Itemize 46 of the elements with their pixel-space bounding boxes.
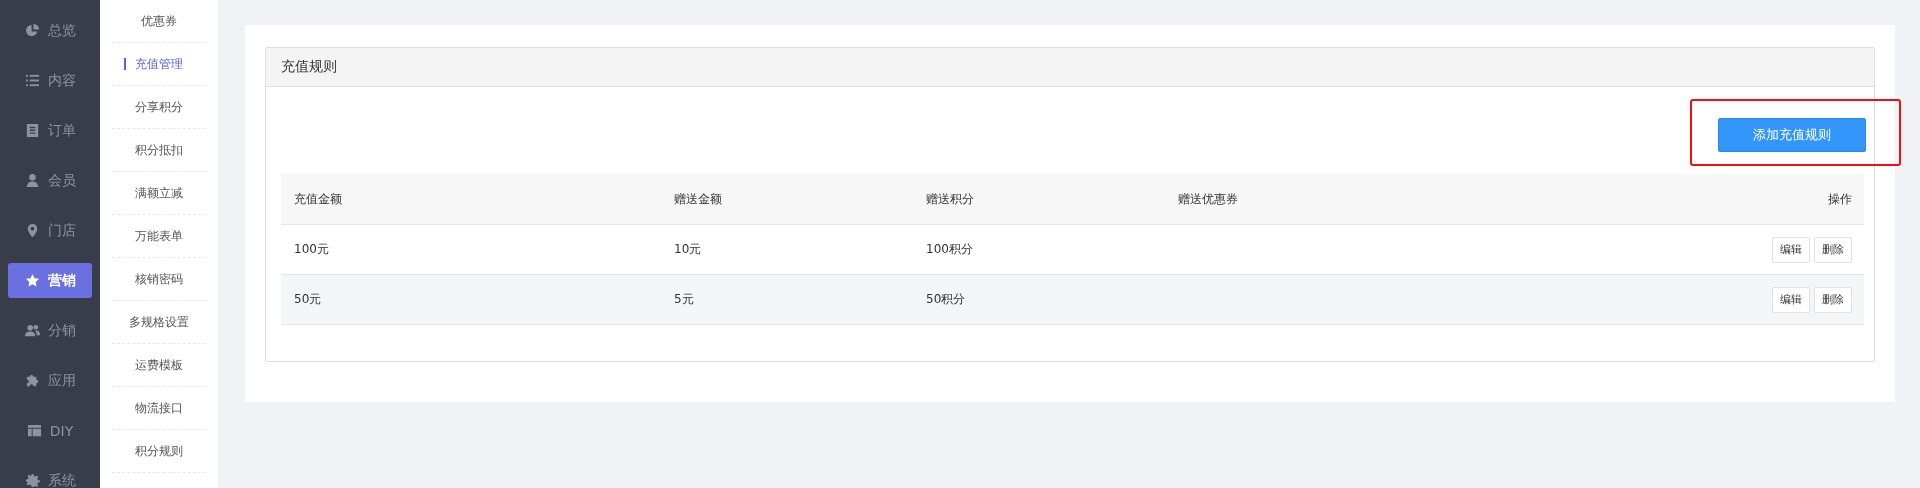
table-cell: 10元: [674, 242, 702, 256]
star-icon: [24, 273, 40, 288]
edit-button[interactable]: 编辑: [1772, 286, 1810, 313]
submenu-item[interactable]: 满额立减: [112, 172, 206, 215]
column-header: 赠送金额: [661, 174, 913, 225]
document-icon: [24, 123, 40, 138]
edit-button[interactable]: 编辑: [1772, 236, 1810, 263]
nav-item[interactable]: 会员: [8, 163, 92, 198]
nav-item[interactable]: 总览: [8, 13, 92, 48]
nav-item[interactable]: 系统: [8, 463, 92, 488]
submenu-item[interactable]: 分享积分: [112, 86, 206, 129]
submenu-item[interactable]: 多规格设置: [112, 301, 206, 344]
nav-item[interactable]: DIY: [8, 413, 92, 448]
column-header: 赠送积分: [913, 174, 1165, 225]
submenu-item[interactable]: 物流接口: [112, 387, 206, 430]
nav-item[interactable]: 订单: [8, 113, 92, 148]
column-header: 操作: [1447, 174, 1864, 225]
table-cell: 100积分: [926, 242, 973, 256]
column-header: 充值金额: [281, 174, 661, 225]
submenu-item[interactable]: 积分抵扣: [112, 129, 206, 172]
delete-button[interactable]: 删除: [1814, 236, 1852, 263]
table-cell: 50积分: [926, 292, 966, 306]
nav-item[interactable]: 内容: [8, 63, 92, 98]
submenu-item[interactable]: 万能表单: [112, 215, 206, 258]
pie-chart-icon: [24, 23, 40, 38]
submenu-item[interactable]: 充值管理: [112, 43, 206, 86]
puzzle-icon: [24, 373, 40, 388]
settings-icon: [24, 473, 40, 488]
user-icon: [24, 173, 40, 188]
nav-item[interactable]: 营销: [8, 263, 92, 298]
submenu-item[interactable]: 积分规则: [112, 430, 206, 473]
delete-button[interactable]: 删除: [1814, 286, 1852, 313]
list-icon: [24, 73, 40, 88]
table-cell: 100元: [294, 242, 329, 256]
submenu-item[interactable]: 运费模板: [112, 344, 206, 387]
submenu-item[interactable]: 优惠券: [112, 0, 206, 43]
table-cell: 5元: [674, 292, 694, 306]
column-header: 赠送优惠券: [1165, 174, 1448, 225]
users-icon: [24, 323, 40, 338]
nav-item[interactable]: 应用: [8, 363, 92, 398]
layout-icon: [26, 423, 42, 438]
submenu-item[interactable]: 核销密码: [112, 258, 206, 301]
table-cell: 50元: [294, 292, 322, 306]
nav-item[interactable]: 门店: [8, 213, 92, 248]
card-title: 充值规则: [281, 58, 337, 76]
nav-item[interactable]: 分销: [8, 313, 92, 348]
